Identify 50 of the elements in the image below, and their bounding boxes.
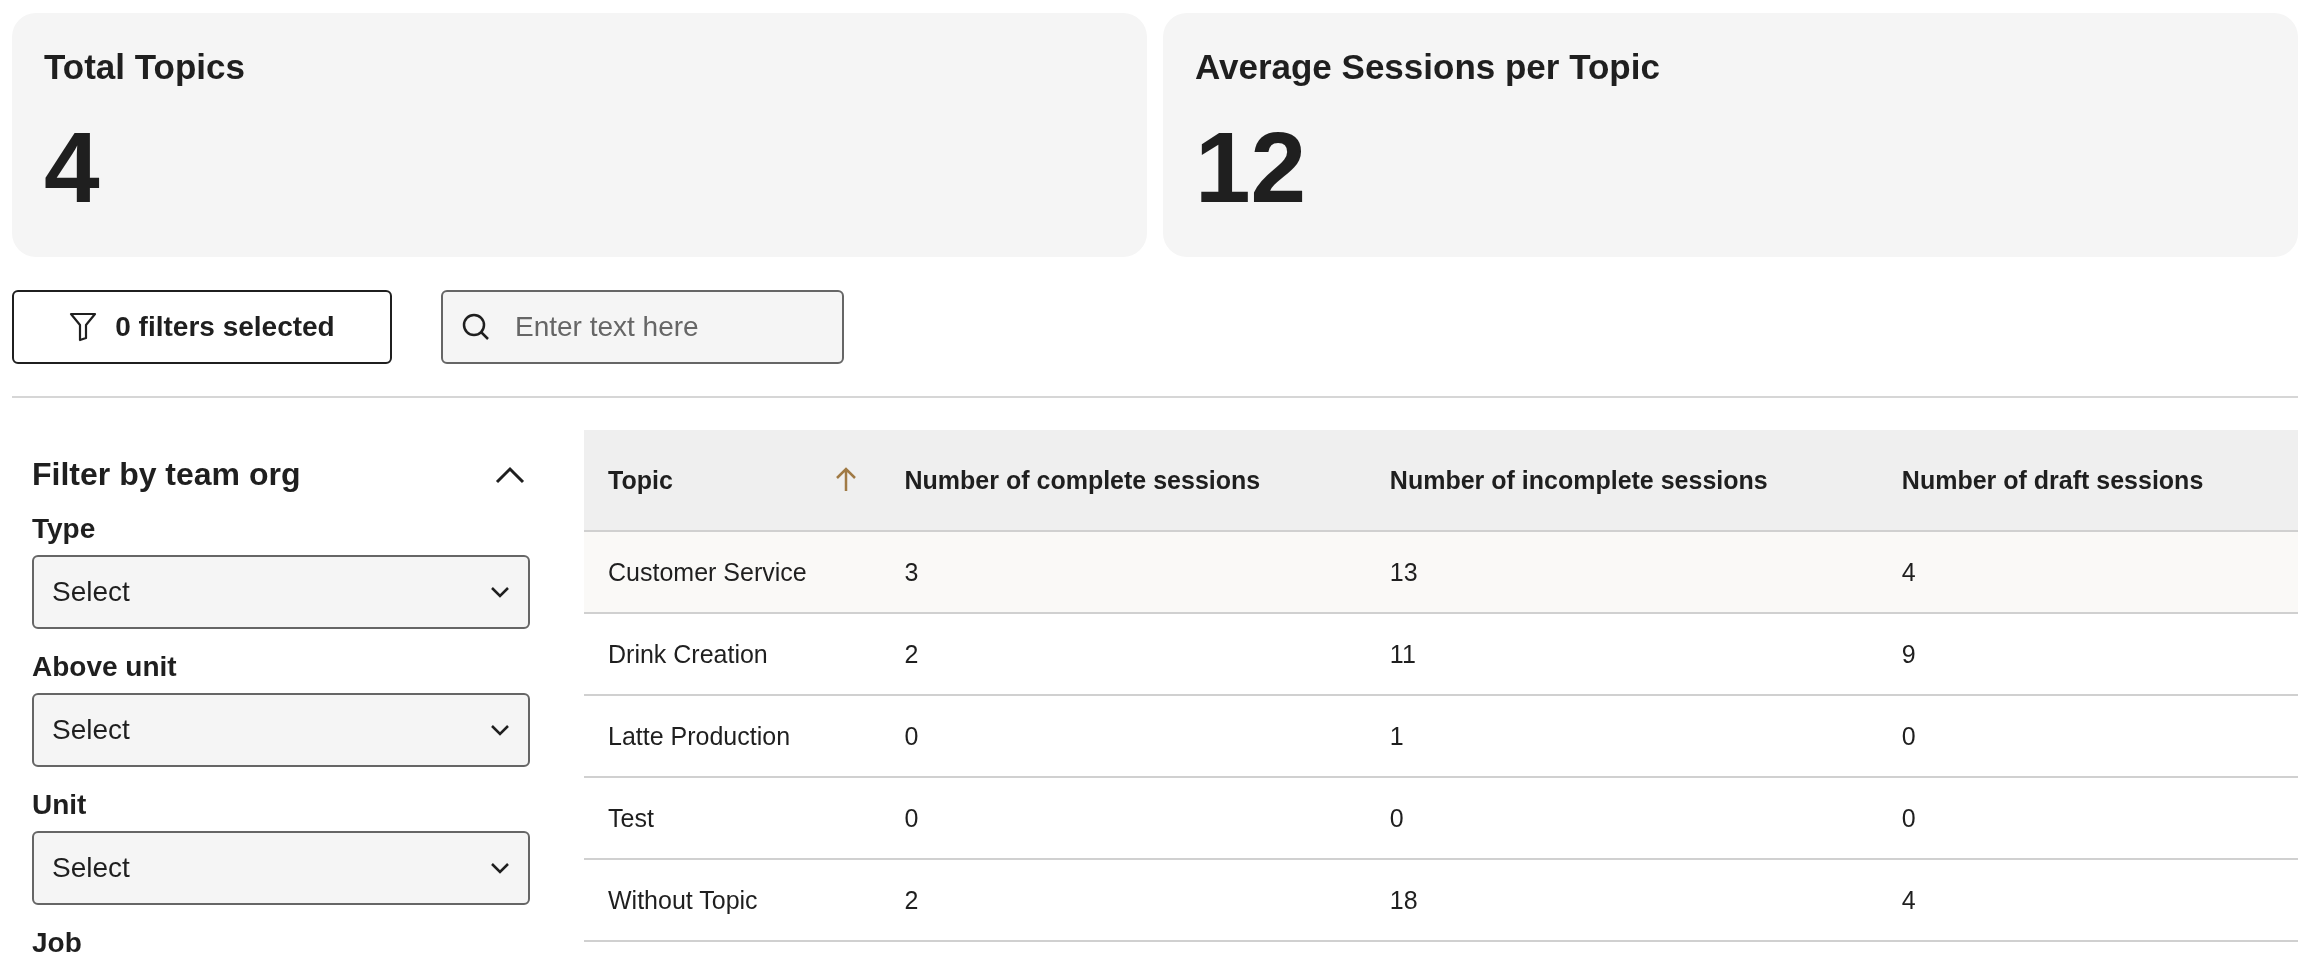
table-cell: 4 bbox=[1877, 531, 2298, 613]
table-cell: 18 bbox=[1365, 859, 1878, 941]
table-cell: 13 bbox=[1365, 531, 1878, 613]
table-cell: 0 bbox=[1877, 695, 2298, 777]
table-cell: 9 bbox=[1877, 613, 2298, 695]
table-cell: Latte Production bbox=[584, 695, 881, 777]
search-field[interactable]: Enter text here bbox=[441, 290, 844, 364]
chevron-up-icon bbox=[494, 464, 526, 485]
sort-up-icon bbox=[834, 467, 857, 493]
table-cell: 0 bbox=[880, 695, 1366, 777]
stat-value: 4 bbox=[44, 117, 100, 217]
table-row[interactable]: Drink Creation 2 11 9 bbox=[584, 613, 2298, 695]
chevron-down-icon bbox=[490, 586, 510, 598]
filters-button[interactable]: 0 filters selected bbox=[12, 290, 392, 364]
column-header[interactable]: Topic bbox=[584, 430, 881, 531]
select-dropdown[interactable]: Select bbox=[32, 831, 530, 905]
table-cell: 2 bbox=[880, 613, 1366, 695]
filter-label: Job bbox=[32, 927, 82, 959]
chevron-down-icon bbox=[490, 862, 510, 874]
stat-value: 12 bbox=[1195, 117, 1307, 217]
table-row[interactable]: Test 0 0 0 bbox=[584, 777, 2298, 859]
table-cell: 0 bbox=[1365, 777, 1878, 859]
table-row[interactable]: Customer Service 3 13 4 bbox=[584, 531, 2298, 613]
table-cell: Customer Service bbox=[584, 531, 881, 613]
table-row[interactable]: Without Topic 2 18 4 bbox=[584, 859, 2298, 941]
select-dropdown[interactable]: Select bbox=[32, 555, 530, 629]
select-dropdown[interactable]: Select bbox=[32, 693, 530, 767]
table-cell: 4 bbox=[1877, 859, 2298, 941]
search-icon bbox=[461, 312, 491, 342]
filter-label: Unit bbox=[32, 789, 87, 821]
chevron-down-icon bbox=[490, 724, 510, 736]
stat-title: Average Sessions per Topic bbox=[1195, 47, 1660, 87]
table-cell: 0 bbox=[880, 777, 1366, 859]
table-cell: 1 bbox=[1365, 695, 1878, 777]
table-cell: Drink Creation bbox=[584, 613, 881, 695]
table-row[interactable]: Latte Production 0 1 0 bbox=[584, 695, 2298, 777]
table-cell: 2 bbox=[880, 859, 1366, 941]
filter-panel-title: Filter by team org bbox=[32, 456, 301, 493]
filter-label: Above unit bbox=[32, 651, 177, 683]
column-header[interactable]: Number of draft sessions bbox=[1877, 430, 2298, 531]
table-cell: 0 bbox=[1877, 777, 2298, 859]
column-header[interactable]: Number of incomplete sessions bbox=[1365, 430, 1878, 531]
stat-title: Total Topics bbox=[44, 47, 245, 87]
table-cell: Test bbox=[584, 777, 881, 859]
table-cell: Without Topic bbox=[584, 859, 881, 941]
table-cell: 11 bbox=[1365, 613, 1878, 695]
filter-label: Type bbox=[32, 513, 96, 545]
column-header[interactable]: Number of complete sessions bbox=[880, 430, 1366, 531]
table-cell: 3 bbox=[880, 531, 1366, 613]
filter-icon bbox=[69, 312, 98, 342]
